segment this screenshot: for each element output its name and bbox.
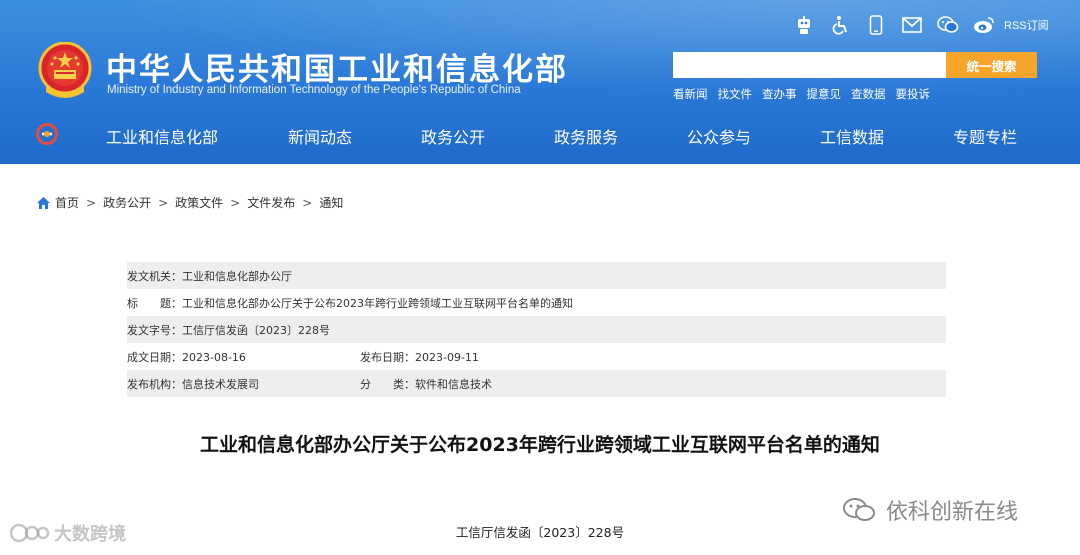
breadcrumb-separator: >	[302, 195, 313, 210]
quick-link-data[interactable]: 查数据	[851, 86, 886, 102]
document-title: 工业和信息化部办公厅关于公布2023年跨行业跨领域工业互联网平台名单的通知	[200, 434, 880, 456]
breadcrumb: 首页 > 政务公开 > 政策文件 > 文件发布 > 通知	[36, 194, 343, 211]
breadcrumb-home[interactable]: 首页	[55, 194, 79, 211]
site-title: 中华人民共和国工业和信息化部	[106, 52, 568, 88]
info-row-org: 发布机构：信息技术发展司 分 类：软件和信息技术	[127, 370, 946, 397]
search-box	[673, 52, 947, 78]
document-info-table: 发文机关：工业和信息化部办公厅 标 题：工业和信息化部办公厅关于公布2023年跨…	[127, 262, 946, 397]
wechat-icon[interactable]	[930, 12, 966, 38]
breadcrumb-policy-files[interactable]: 政策文件	[175, 194, 223, 211]
quick-link-files[interactable]: 找文件	[718, 86, 753, 102]
nav-item-gov-info[interactable]: 政务公开	[421, 124, 485, 148]
info-row-issuer: 发文机关：工业和信息化部办公厅	[127, 262, 946, 289]
mobile-icon[interactable]	[858, 12, 894, 38]
breadcrumb-separator: >	[158, 195, 169, 210]
weibo-icon[interactable]	[966, 12, 1002, 38]
search-button[interactable]: 统一搜索	[946, 52, 1037, 78]
info-doc-no: 发文字号：工信厅信发函〔2023〕228号	[127, 323, 330, 337]
nav-item-data[interactable]: 工信数据	[820, 124, 884, 148]
site-logo-icon[interactable]	[36, 123, 58, 145]
info-category: 分 类：软件和信息技术	[360, 377, 492, 391]
info-row-dates: 成文日期：2023-08-16 发布日期：2023-09-11	[127, 343, 946, 370]
watermark-left-text: 大数跨境	[54, 524, 126, 545]
breadcrumb-gov-info[interactable]: 政务公开	[103, 194, 151, 211]
nav-item-gov-services[interactable]: 政务服务	[554, 124, 618, 148]
top-utility-icons: RSS订阅	[786, 12, 1049, 38]
home-icon[interactable]	[36, 196, 51, 210]
quick-link-complaint[interactable]: 要投诉	[896, 86, 931, 102]
info-row-doc-no: 发文字号：工信厅信发函〔2023〕228号	[127, 316, 946, 343]
watermark-logo-icon	[10, 523, 50, 543]
breadcrumb-notice[interactable]: 通知	[319, 194, 343, 211]
breadcrumb-file-release[interactable]: 文件发布	[247, 194, 295, 211]
nav-item-special-topics[interactable]: 专题专栏	[953, 124, 1017, 148]
info-issuer: 发文机关：工业和信息化部办公厅	[127, 269, 292, 283]
breadcrumb-separator: >	[86, 195, 97, 210]
robot-icon[interactable]	[786, 12, 822, 38]
nav-item-public-participation[interactable]: 公众参与	[687, 124, 751, 148]
main-nav: 工业和信息化部 新闻动态 政务公开 政务服务 公众参与 工信数据 专题专栏	[0, 112, 1080, 158]
info-published-date: 发布日期：2023-09-11	[360, 350, 479, 364]
site-subtitle: Ministry of Industry and Information Tec…	[107, 84, 521, 96]
accessibility-icon[interactable]	[822, 12, 858, 38]
info-title: 标 题：工业和信息化部办公厅关于公布2023年跨行业跨领域工业互联网平台名单的通…	[127, 296, 573, 310]
search-input[interactable]	[673, 52, 947, 78]
site-header: 中华人民共和国工业和信息化部 Ministry of Industry and …	[0, 0, 1080, 164]
info-org: 发布机构：信息技术发展司	[127, 377, 259, 391]
watermark-right: 依科创新在线	[842, 494, 1018, 526]
watermark-right-text: 依科创新在线	[886, 500, 1019, 525]
nav-item-news[interactable]: 新闻动态	[288, 124, 352, 148]
watermark-left: 大数跨境	[10, 520, 126, 546]
mail-icon[interactable]	[894, 12, 930, 38]
breadcrumb-separator: >	[230, 195, 241, 210]
quick-links: 看新闻 找文件 查办事 提意见 查数据 要投诉	[673, 86, 930, 102]
info-created-date: 成文日期：2023-08-16	[127, 350, 246, 364]
info-row-title: 标 题：工业和信息化部办公厅关于公布2023年跨行业跨领域工业互联网平台名单的通…	[127, 289, 946, 316]
quick-link-news[interactable]: 看新闻	[673, 86, 708, 102]
nav-item-ministry[interactable]: 工业和信息化部	[106, 124, 218, 148]
quick-link-feedback[interactable]: 提意见	[807, 86, 842, 102]
national-emblem-icon	[38, 42, 92, 98]
rss-link[interactable]: RSS订阅	[1004, 17, 1049, 33]
quick-link-services[interactable]: 查办事	[762, 86, 797, 102]
wechat-watermark-icon	[843, 498, 875, 521]
